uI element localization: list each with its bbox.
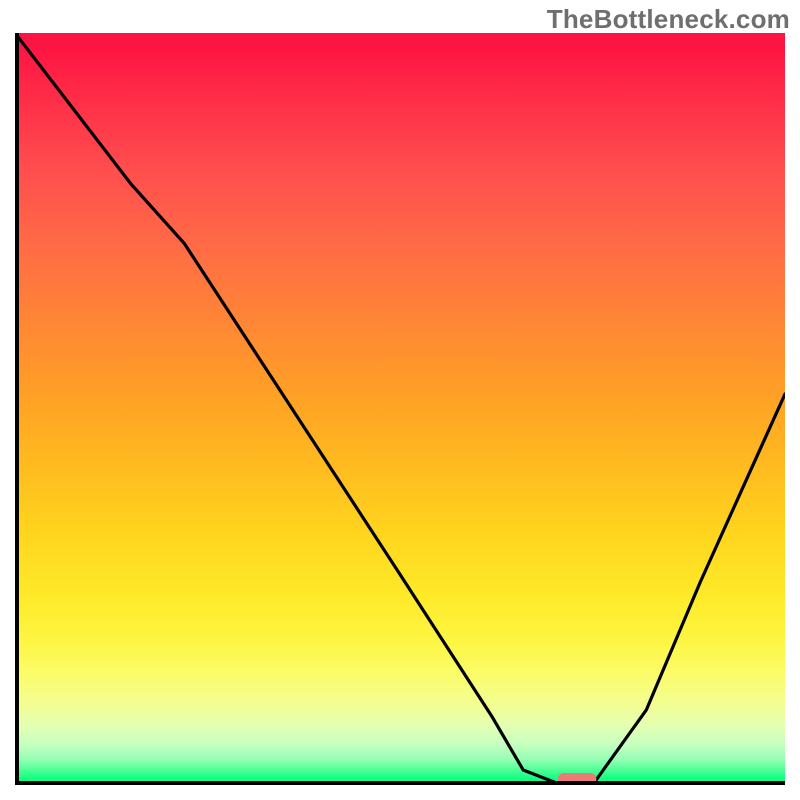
chart-container: TheBottleneck.com: [0, 0, 800, 800]
watermark-text: TheBottleneck.com: [547, 4, 790, 35]
bottleneck-curve: [15, 33, 785, 785]
curve-svg: [15, 33, 785, 785]
plot-area: [15, 33, 785, 785]
optimal-marker: [558, 773, 597, 785]
